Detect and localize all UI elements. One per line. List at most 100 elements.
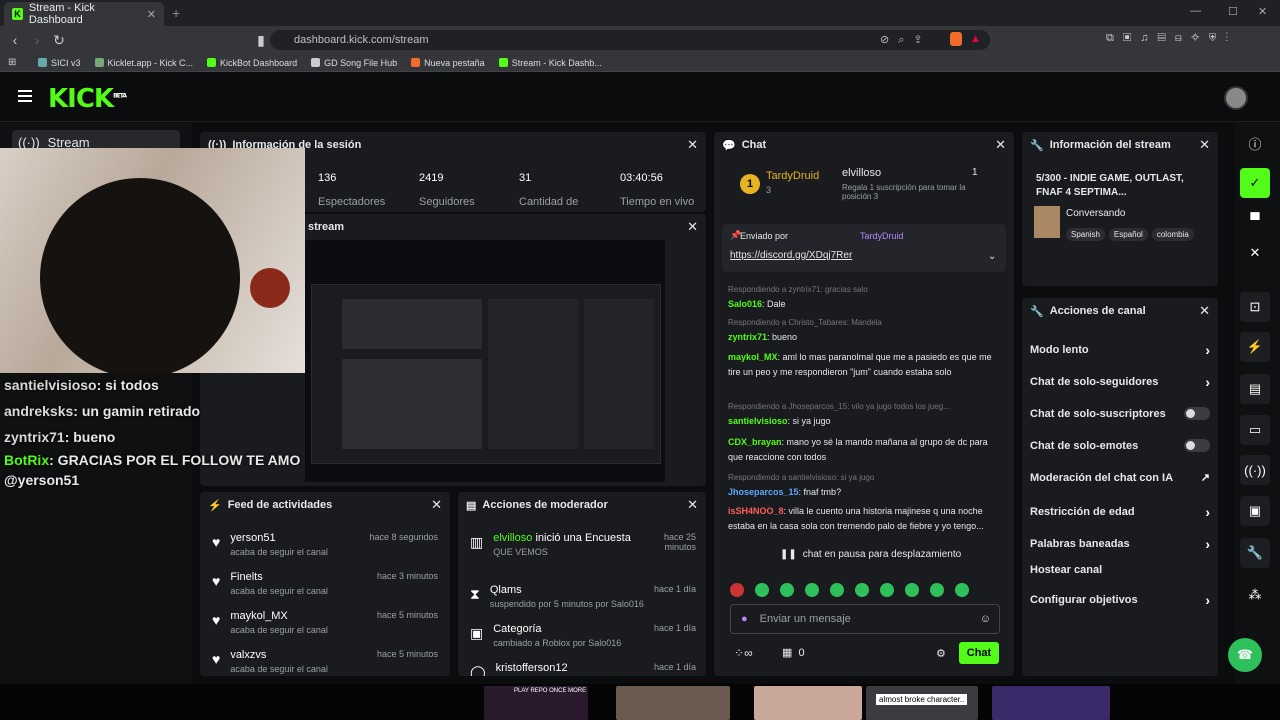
setting-slow-mode[interactable]: Modo lento › — [1030, 342, 1210, 358]
list-item[interactable]: ⧗ Qlams suspendido por 5 minutos por Salo0… — [470, 584, 696, 609]
thumbnail[interactable] — [992, 686, 1110, 720]
rewards-icon[interactable]: ▲ — [970, 33, 981, 45]
setting-followers-only[interactable]: Chat de solo-seguidores › — [1030, 374, 1210, 390]
emote[interactable] — [855, 583, 869, 597]
wrench-icon[interactable]: 🔧 — [1240, 538, 1270, 568]
menu-icon[interactable] — [18, 90, 32, 102]
chat-icon[interactable]: ▭ — [1240, 415, 1270, 445]
list-item[interactable]: ♥ valxzvs acaba de seguir el canal hace 5 m… — [212, 649, 438, 674]
setting-subscribers-only[interactable]: Chat de solo-suscriptores — [1030, 407, 1210, 420]
emote[interactable] — [805, 583, 819, 597]
thumbnail[interactable]: almost broke character.. — [866, 686, 978, 720]
category-name[interactable]: Conversando — [1066, 208, 1125, 219]
minimize-icon[interactable]: — — [1190, 5, 1201, 17]
bookmark-item[interactable]: Stream - Kick Dashb... — [498, 58, 602, 68]
close-icon[interactable]: ✕ — [687, 219, 698, 235]
forward-icon[interactable]: › — [26, 32, 48, 48]
close-icon[interactable]: ✕ — [995, 137, 1006, 153]
bookmark-item[interactable]: Nueva pestaña — [411, 58, 485, 68]
back-icon[interactable]: ‹ — [4, 32, 26, 48]
maximize-icon[interactable]: ☐ — [1228, 5, 1238, 18]
list-item[interactable]: ◯ kristofferson12 hace 1 día — [470, 662, 696, 676]
list-item[interactable]: ♥ maykol_MX acaba de seguir el canal hace 5… — [212, 610, 438, 635]
emote[interactable] — [930, 583, 944, 597]
bookmark-item[interactable]: Kicklet.app - Kick C... — [94, 58, 193, 68]
mic-icon[interactable]: ● — [741, 613, 748, 625]
close-icon[interactable]: ✕ — [687, 137, 698, 153]
points-indicator[interactable]: ⁘∞ — [734, 646, 753, 660]
store-indicator[interactable]: ▦ 0 — [782, 646, 805, 659]
close-icon[interactable]: ✕ — [1240, 238, 1270, 268]
setting-host-channel[interactable]: Hostear canal — [1030, 564, 1210, 576]
bolt-icon[interactable]: ⚡ — [1240, 332, 1270, 362]
info-icon[interactable]: ⓘ — [1240, 128, 1270, 158]
close-icon[interactable]: ✕ — [1199, 303, 1210, 319]
send-chat-button[interactable]: Chat — [959, 642, 999, 664]
apps-grid-icon[interactable]: ⊞ — [8, 57, 16, 68]
toolbar-icons[interactable]: ⧉▣♫▤⊟✧⛨⋮ — [1106, 32, 1237, 45]
setting-emotes-only[interactable]: Chat de solo-emotes — [1030, 439, 1210, 452]
tag[interactable]: Español — [1108, 228, 1148, 241]
emote[interactable] — [880, 583, 894, 597]
tag[interactable]: Spanish — [1066, 228, 1105, 241]
setting-banned-words[interactable]: Palabras baneadas › — [1030, 536, 1210, 552]
emote[interactable] — [780, 583, 794, 597]
emotes-only-toggle[interactable] — [1184, 439, 1210, 452]
list-item[interactable]: ♥ yerson51 acaba de seguir el canal hace 8 … — [212, 532, 438, 557]
gift-user[interactable]: elvilloso — [842, 167, 881, 179]
pinned-link[interactable]: https://discord.gg/XDqj7Rer — [730, 250, 852, 261]
emote[interactable] — [830, 583, 844, 597]
tag[interactable]: colombia — [1151, 228, 1194, 241]
close-icon[interactable]: ✕ — [431, 497, 442, 513]
list-item[interactable]: ▣ Categoría cambiado a Roblox por Salo016 h… — [470, 623, 696, 648]
avatar[interactable] — [1224, 86, 1248, 110]
thumbnail[interactable] — [616, 686, 730, 720]
list-item[interactable]: ▥ elvilloso inició una Encuesta QUE VEMOS h… — [470, 532, 696, 557]
close-window-icon[interactable]: ✕ — [1258, 5, 1267, 18]
chat-paused-banner[interactable]: ❚❚ chat en pausa para desplazamiento — [770, 544, 972, 564]
subscribers-only-toggle[interactable] — [1184, 407, 1210, 420]
layout-icon[interactable]: ▀ — [1240, 204, 1270, 234]
broadcast-icon[interactable]: ((·)) — [1240, 455, 1270, 485]
chat-message: Respondiendo a zyntrix71: gracias salo Sa… — [728, 285, 868, 309]
thumbnail[interactable]: PLAY REPO ONCE MORE — [484, 686, 588, 720]
share-icon[interactable]: ⁂ — [1240, 580, 1270, 610]
kick-logo[interactable]: KICKBETA — [48, 84, 127, 114]
stream-title[interactable]: 5/300 - INDIE GAME, OUTLAST, FNAF 4 SEPT… — [1036, 172, 1212, 200]
top-gifter[interactable]: TardyDruid — [766, 170, 819, 182]
new-tab-icon[interactable]: + — [172, 5, 180, 21]
chat-input[interactable]: ● Enviar un mensaje ☺ — [730, 604, 1000, 634]
screenshot-icon[interactable]: ⊡ — [1240, 292, 1270, 322]
stream-preview-video[interactable] — [305, 240, 665, 482]
close-icon[interactable]: ✕ — [687, 497, 698, 513]
bookmark-item[interactable]: KickBot Dashboard — [207, 58, 297, 68]
chevron-down-icon[interactable]: ⌄ — [988, 251, 996, 262]
pinned-message[interactable]: 📌 Enviado por TardyDruid https://discord… — [722, 224, 1006, 272]
emote[interactable] — [955, 583, 969, 597]
thumbnail[interactable] — [754, 686, 862, 720]
emote[interactable] — [730, 583, 744, 597]
bookmark-item[interactable]: GD Song File Hub — [311, 58, 397, 68]
list-item[interactable]: ♥ Finelts acaba de seguir el canal hace 3 m… — [212, 571, 438, 596]
pinned-user[interactable]: TardyDruid — [860, 231, 904, 241]
doc-icon[interactable]: ▤ — [1240, 374, 1270, 404]
bookmark-item[interactable]: SICI v3 — [38, 58, 81, 68]
emote[interactable] — [755, 583, 769, 597]
mod-icon[interactable]: ▣ — [1240, 496, 1270, 526]
emote[interactable] — [905, 583, 919, 597]
address-bar-icons[interactable]: ⊘⌕⇪ — [880, 33, 932, 47]
brave-shield-icon[interactable] — [950, 32, 962, 46]
gear-icon[interactable]: ⚙ — [936, 647, 946, 660]
check-icon[interactable]: ✓ — [1240, 168, 1270, 198]
browser-tab[interactable]: K Stream - Kick Dashboard ✕ — [4, 2, 164, 26]
paused-text: chat en pausa para desplazamiento — [802, 548, 962, 560]
emoji-icon[interactable]: ☺ — [980, 613, 991, 625]
setting-ai-moderation[interactable]: Moderación del chat con IA ↗ — [1030, 471, 1210, 485]
close-icon[interactable]: ✕ — [1199, 137, 1210, 153]
close-tab-icon[interactable]: ✕ — [147, 8, 156, 21]
reload-icon[interactable]: ↻ — [48, 32, 70, 49]
setting-goals[interactable]: Configurar objetivos › — [1030, 592, 1210, 608]
bookmark-icon[interactable]: ▮ — [250, 32, 272, 49]
setting-age-restriction[interactable]: Restricción de edad › — [1030, 504, 1210, 520]
headset-icon[interactable]: ☎ — [1228, 638, 1262, 672]
